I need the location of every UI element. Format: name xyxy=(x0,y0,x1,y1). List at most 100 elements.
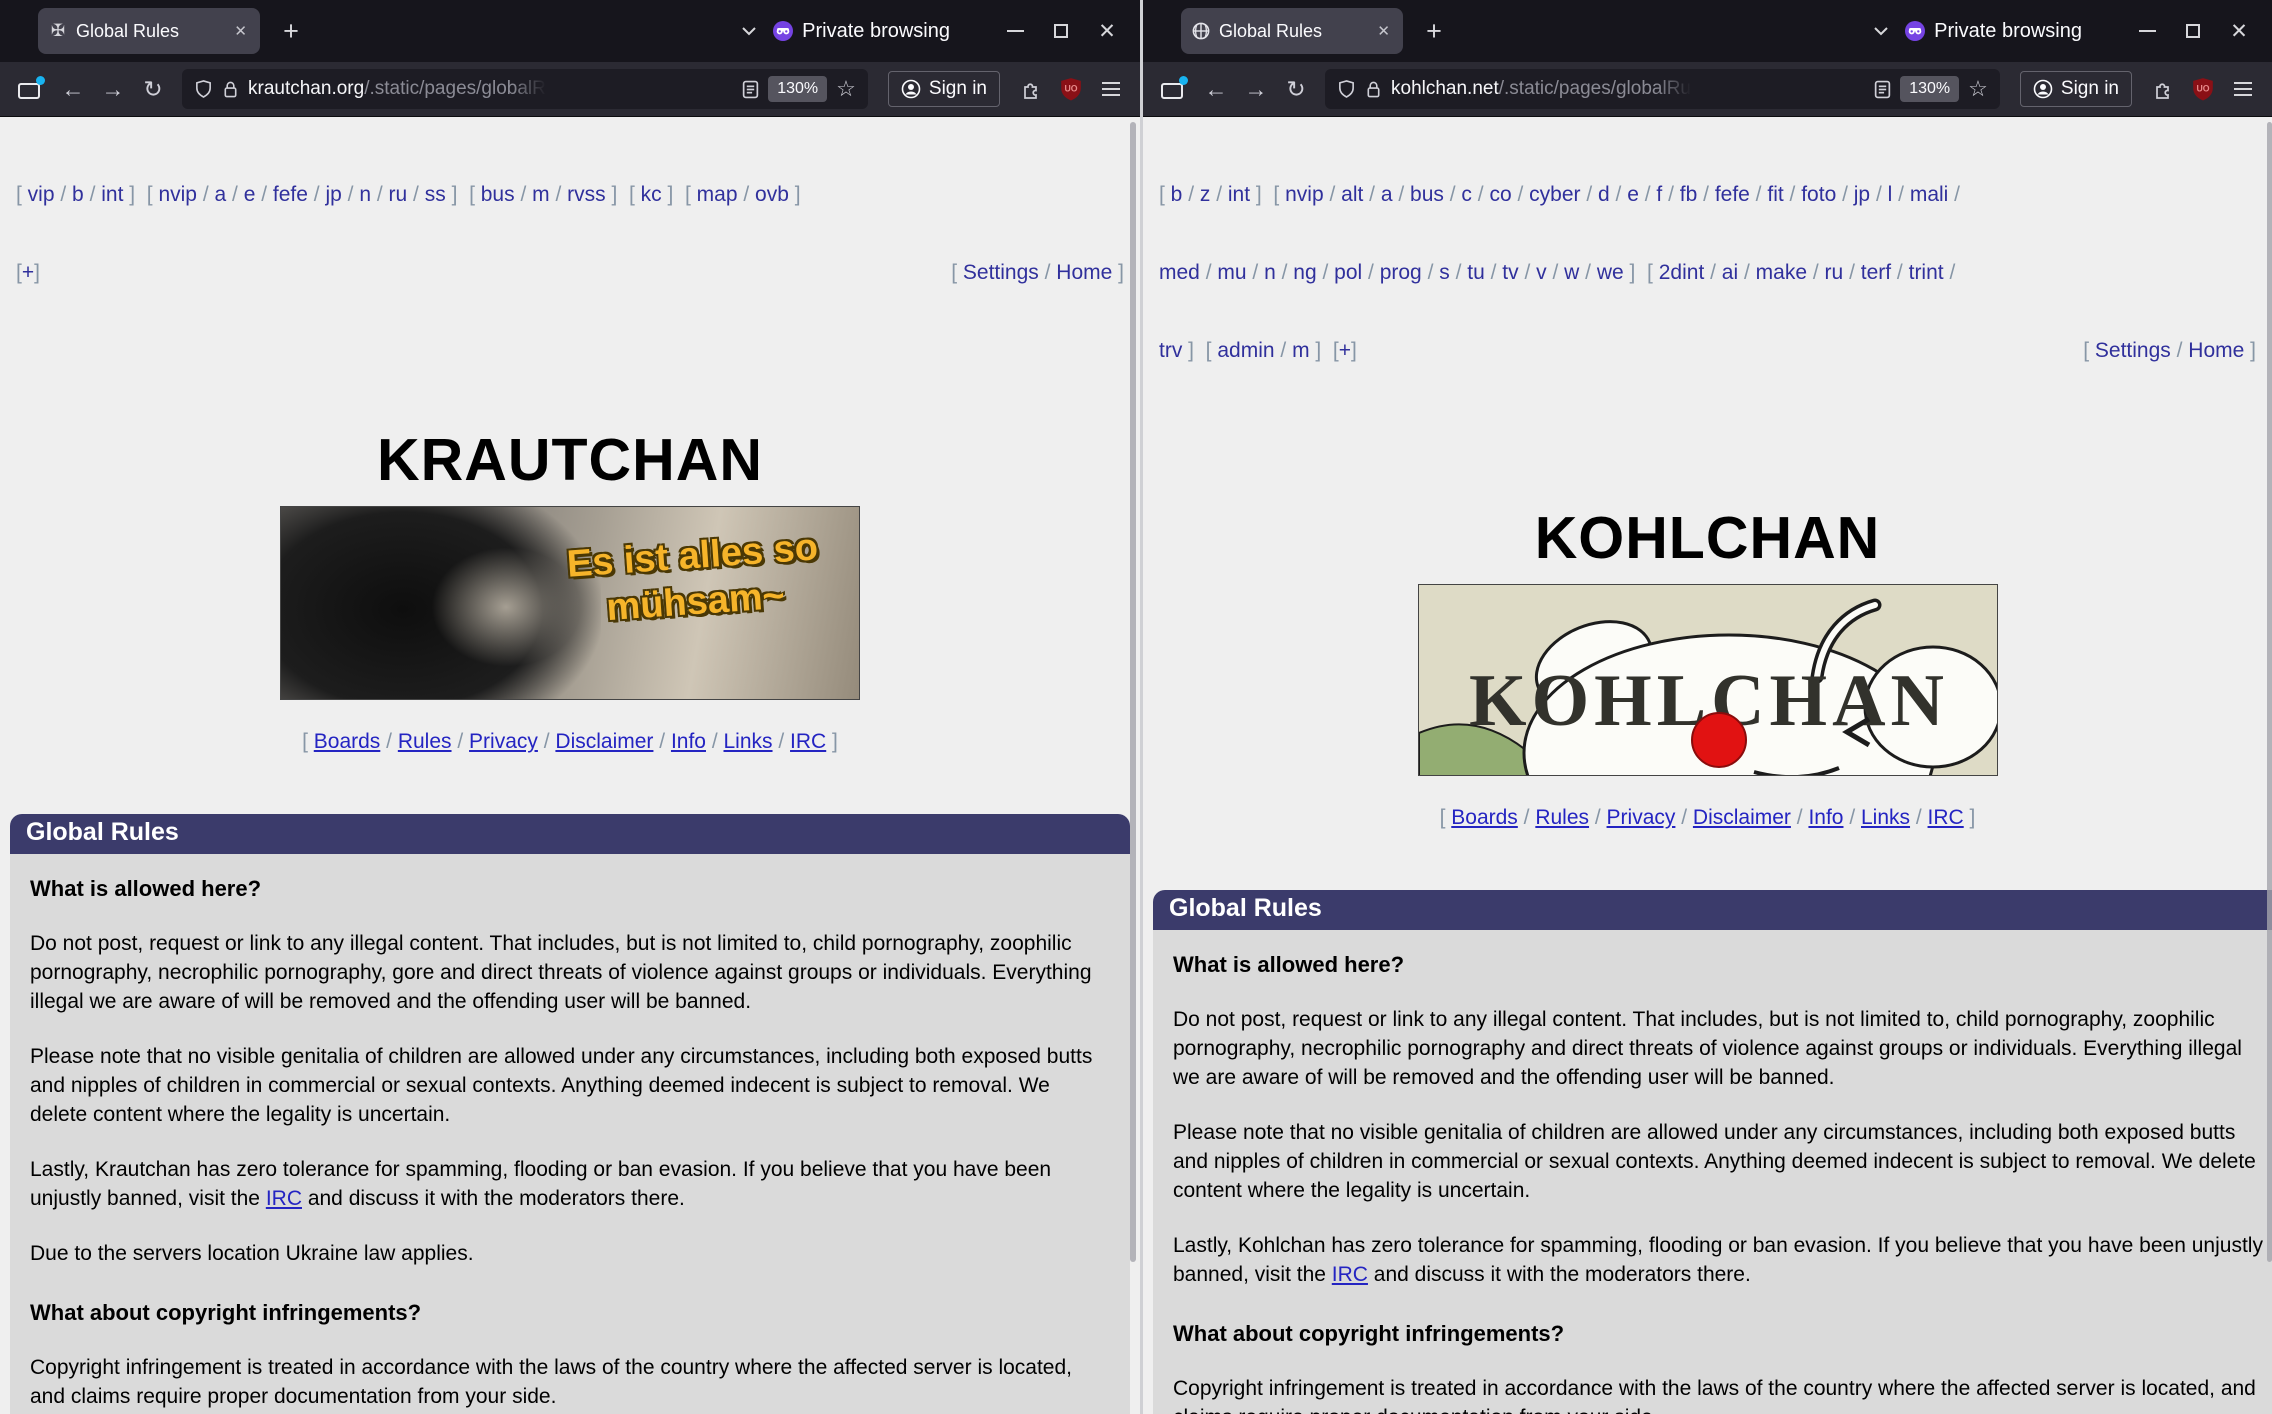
link-rvss[interactable]: rvss xyxy=(567,183,606,206)
link-n[interactable]: n xyxy=(359,183,371,206)
link-+[interactable]: + xyxy=(22,261,34,284)
link-ss[interactable]: ss xyxy=(425,183,446,206)
link-v[interactable]: v xyxy=(1536,261,1547,284)
link-cyber[interactable]: cyber xyxy=(1529,183,1580,206)
tab-close-icon[interactable]: ✕ xyxy=(231,22,250,40)
link-fb[interactable]: fb xyxy=(1680,183,1698,206)
link-int[interactable]: int xyxy=(101,183,123,206)
firefox-view-icon[interactable] xyxy=(1161,76,1188,99)
link-Home[interactable]: Home xyxy=(2188,339,2244,362)
link-+[interactable]: + xyxy=(1339,339,1351,362)
link-m[interactable]: m xyxy=(1292,339,1310,362)
link-jp[interactable]: jp xyxy=(325,183,341,206)
maximize-button[interactable] xyxy=(2170,8,2216,54)
link-med[interactable]: med xyxy=(1159,261,1200,284)
tab-global-rules[interactable]: ✠ Global Rules ✕ xyxy=(38,8,260,54)
sign-in-button[interactable]: Sign in xyxy=(2019,71,2132,107)
reader-view-icon[interactable] xyxy=(1874,80,1891,99)
link-kc[interactable]: kc xyxy=(641,183,662,206)
link-e[interactable]: e xyxy=(1627,183,1639,206)
link-map[interactable]: map xyxy=(697,183,738,206)
link-IRC[interactable]: IRC xyxy=(1928,806,1964,829)
link-ng[interactable]: ng xyxy=(1293,261,1316,284)
menu-hamburger-icon[interactable] xyxy=(2226,72,2260,106)
scrollbar[interactable] xyxy=(2267,122,2272,1262)
link-mali[interactable]: mali xyxy=(1910,183,1949,206)
ublock-origin-icon[interactable]: UO xyxy=(1054,72,1088,106)
link-Links[interactable]: Links xyxy=(724,730,773,753)
link-fit[interactable]: fit xyxy=(1767,183,1783,206)
link-foto[interactable]: foto xyxy=(1801,183,1836,206)
link-n[interactable]: n xyxy=(1264,261,1276,284)
link-nvip[interactable]: nvip xyxy=(1285,183,1324,206)
link-tu[interactable]: tu xyxy=(1467,261,1485,284)
link-pol[interactable]: pol xyxy=(1334,261,1362,284)
ublock-origin-icon[interactable]: UO xyxy=(2186,72,2220,106)
new-tab-button[interactable]: + xyxy=(274,16,308,47)
link-d[interactable]: d xyxy=(1598,183,1610,206)
zoom-level-badge[interactable]: 130% xyxy=(768,76,828,102)
link-nvip[interactable]: nvip xyxy=(158,183,197,206)
link-jp[interactable]: jp xyxy=(1854,183,1870,206)
link-alt[interactable]: alt xyxy=(1341,183,1363,206)
minimize-button[interactable] xyxy=(2124,8,2170,54)
link-e[interactable]: e xyxy=(244,183,256,206)
zoom-level-badge[interactable]: 130% xyxy=(1900,76,1960,102)
scrollbar[interactable] xyxy=(1130,122,1136,1262)
link-Privacy[interactable]: Privacy xyxy=(1607,806,1676,829)
sign-in-button[interactable]: Sign in xyxy=(887,71,1000,107)
link-admin[interactable]: admin xyxy=(1217,339,1274,362)
link-bus[interactable]: bus xyxy=(1410,183,1444,206)
link-fefe[interactable]: fefe xyxy=(1715,183,1750,206)
maximize-button[interactable] xyxy=(1038,8,1084,54)
link-tv[interactable]: tv xyxy=(1502,261,1518,284)
window-close-button[interactable]: ✕ xyxy=(1084,8,1130,54)
link-a[interactable]: a xyxy=(215,183,227,206)
link-Boards[interactable]: Boards xyxy=(314,730,381,753)
window-close-button[interactable]: ✕ xyxy=(2216,8,2262,54)
link-2dint[interactable]: 2dint xyxy=(1659,261,1705,284)
link-we[interactable]: we xyxy=(1597,261,1624,284)
irc-link[interactable]: IRC xyxy=(1332,1263,1368,1286)
back-button[interactable]: ← xyxy=(56,72,90,106)
reader-view-icon[interactable] xyxy=(742,80,759,99)
link-Boards[interactable]: Boards xyxy=(1451,806,1518,829)
reload-button[interactable]: ↻ xyxy=(136,72,170,106)
link-vip[interactable]: vip xyxy=(28,183,55,206)
link-ai[interactable]: ai xyxy=(1722,261,1738,284)
extensions-puzzle-icon[interactable] xyxy=(2146,72,2180,106)
link-m[interactable]: m xyxy=(532,183,550,206)
firefox-view-icon[interactable] xyxy=(18,76,45,99)
link-Privacy[interactable]: Privacy xyxy=(469,730,538,753)
list-all-tabs-chevron-icon[interactable] xyxy=(741,26,757,36)
link-mu[interactable]: mu xyxy=(1217,261,1246,284)
link-IRC[interactable]: IRC xyxy=(790,730,826,753)
bookmark-star-icon[interactable]: ☆ xyxy=(1968,76,1988,102)
list-all-tabs-chevron-icon[interactable] xyxy=(1873,26,1889,36)
link-int[interactable]: int xyxy=(1228,183,1250,206)
link-co[interactable]: co xyxy=(1489,183,1511,206)
minimize-button[interactable] xyxy=(992,8,1038,54)
link-ru[interactable]: ru xyxy=(1825,261,1844,284)
link-Rules[interactable]: Rules xyxy=(398,730,452,753)
forward-button[interactable]: → xyxy=(1239,72,1273,106)
link-trint[interactable]: trint xyxy=(1909,261,1944,284)
link-b[interactable]: b xyxy=(72,183,84,206)
link-bus[interactable]: bus xyxy=(481,183,515,206)
link-b[interactable]: b xyxy=(1171,183,1183,206)
link-Disclaimer[interactable]: Disclaimer xyxy=(1693,806,1791,829)
link-ru[interactable]: ru xyxy=(389,183,408,206)
link-Settings[interactable]: Settings xyxy=(2095,339,2171,362)
link-Info[interactable]: Info xyxy=(671,730,706,753)
bookmark-star-icon[interactable]: ☆ xyxy=(836,76,856,102)
link-trv[interactable]: trv xyxy=(1159,339,1182,362)
reload-button[interactable]: ↻ xyxy=(1279,72,1313,106)
url-bar[interactable]: krautchan.org/.static/pages/globalR 130%… xyxy=(182,69,868,109)
forward-button[interactable]: → xyxy=(96,72,130,106)
extensions-puzzle-icon[interactable] xyxy=(1014,72,1048,106)
link-make[interactable]: make xyxy=(1756,261,1807,284)
link-prog[interactable]: prog xyxy=(1380,261,1422,284)
new-tab-button[interactable]: + xyxy=(1417,16,1451,47)
link-Rules[interactable]: Rules xyxy=(1535,806,1589,829)
link-fefe[interactable]: fefe xyxy=(273,183,308,206)
